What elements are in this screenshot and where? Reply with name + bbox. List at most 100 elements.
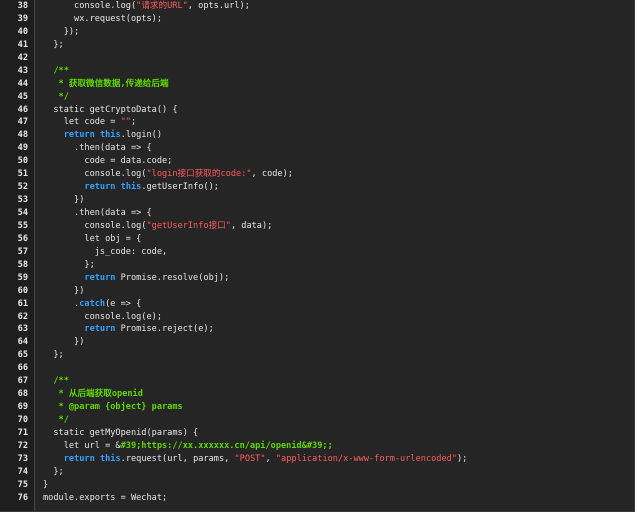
code-text: console.log("login接口获取的code:", code);	[43, 168, 293, 181]
line-number: 57	[17, 246, 28, 257]
code-line[interactable]: 46 static getCryptoData() {	[0, 104, 634, 117]
line-number: 50	[17, 156, 28, 167]
code-text: static getMyOpenid(params) {	[43, 427, 198, 440]
code-text: .then(data => {	[43, 142, 152, 155]
code-text: /**	[43, 375, 69, 388]
code-string: "POST"	[234, 453, 266, 464]
code-text: /**	[43, 65, 69, 78]
line-number: 51	[17, 169, 28, 180]
code-token: })	[43, 337, 85, 348]
code-line[interactable]: 62 console.log(e);	[0, 311, 634, 324]
code-token: js_code: code,	[43, 246, 168, 257]
code-line[interactable]: 64 })	[0, 336, 634, 349]
code-token: .then(data => {	[43, 143, 152, 154]
line-number: 52	[17, 182, 28, 193]
code-line[interactable]: 67 /**	[0, 375, 634, 388]
code-string: "请求的URL"	[136, 1, 188, 11]
code-text: console.log(e);	[43, 311, 162, 324]
line-number: 72	[17, 440, 28, 451]
code-line[interactable]: 68 * 从后端获取openid	[0, 388, 634, 401]
code-line[interactable]: 54 .then(data => {	[0, 207, 634, 220]
code-text: };	[43, 349, 63, 362]
code-token: }	[43, 479, 49, 490]
code-line[interactable]: 76 module.exports = Wechat;	[0, 492, 634, 505]
code-line[interactable]: 72 let url = &#39;https://xx.xxxxxx.cn/a…	[0, 440, 634, 453]
code-keyword: return	[84, 324, 116, 335]
code-token: static getCryptoData() {	[43, 104, 178, 115]
code-line[interactable]: 38 console.log("请求的URL", opts.url);	[0, 0, 634, 13]
code-line[interactable]: 39 wx.request(opts);	[0, 13, 634, 26]
code-line[interactable]: 63 return Promise.reject(e);	[0, 323, 634, 336]
code-text: */	[43, 414, 69, 427]
code-line[interactable]: 65 };	[0, 349, 634, 362]
code-text: })	[43, 285, 84, 298]
code-keyword: return	[63, 453, 95, 464]
line-number: 68	[17, 389, 28, 400]
code-keyword: return	[63, 130, 95, 141]
code-line[interactable]: 75}	[0, 479, 634, 492]
code-line[interactable]: 70 */	[0, 414, 634, 427]
code-line[interactable]: 48 return this.login()	[0, 129, 634, 142]
code-token: module.exports = Wechat;	[43, 492, 168, 503]
code-line[interactable]: 53 })	[0, 194, 634, 207]
code-token: };	[43, 259, 95, 270]
code-text: return Promise.resolve(obj);	[43, 272, 229, 285]
code-line[interactable]: 47 let code = "";	[0, 116, 634, 129]
code-token: };	[43, 39, 64, 50]
code-line[interactable]: 45 */	[0, 91, 634, 104]
line-number: 61	[17, 298, 28, 309]
line-number: 42	[17, 52, 28, 63]
code-line[interactable]: 58 };	[0, 259, 634, 272]
code-line[interactable]: 60 })	[0, 285, 634, 298]
code-line[interactable]: 44 * 获取微信数据,传递给后端	[0, 78, 634, 91]
code-line[interactable]: 41 };	[0, 39, 634, 52]
code-token: let obj = {	[43, 233, 142, 244]
code-text: * @param {object} params	[43, 401, 183, 414]
line-number: 64	[17, 337, 28, 348]
code-lines: 38 console.log("请求的URL", opts.url); 39 wx…	[0, 0, 634, 505]
code-line[interactable]: 69 * @param {object} params	[0, 401, 634, 414]
code-comment: /**	[43, 376, 69, 387]
code-line[interactable]: 74 };	[0, 466, 634, 479]
code-line[interactable]: 73 return this.request(url, params, "POS…	[0, 453, 634, 466]
code-token: console.log(e);	[43, 311, 162, 322]
code-line[interactable]: 56 let obj = {	[0, 233, 634, 246]
line-number: 71	[17, 427, 28, 438]
code-line[interactable]: 61 .catch(e => {	[0, 298, 634, 311]
code-line[interactable]: 52 return this.getUserInfo();	[0, 181, 634, 194]
code-text: });	[43, 26, 80, 39]
code-string: "login接口获取的code:"	[146, 169, 252, 180]
code-text: */	[43, 91, 69, 104]
code-line[interactable]: 40 });	[0, 26, 634, 39]
code-line[interactable]: 71 static getMyOpenid(params) {	[0, 427, 634, 440]
code-text: code = data.code;	[43, 155, 172, 168]
code-text: })	[43, 336, 84, 349]
code-keyword: catch	[79, 298, 106, 309]
code-keyword: this	[120, 182, 142, 193]
line-number: 43	[17, 65, 28, 76]
line-number: 75	[17, 479, 28, 490]
code-line[interactable]: 55 console.log("getUserInfo接口", data);	[0, 220, 634, 233]
code-editor[interactable]: 38 console.log("请求的URL", opts.url); 39 wx…	[0, 0, 635, 512]
code-line[interactable]: 59 return Promise.resolve(obj);	[0, 272, 634, 285]
code-line[interactable]: 43 /**	[0, 65, 634, 78]
code-text: let url = &#39;https://xx.xxxxxx.cn/api/…	[43, 440, 333, 453]
code-text: let code = "";	[43, 116, 136, 129]
line-number: 39	[17, 13, 28, 24]
code-line[interactable]: 50 code = data.code;	[0, 155, 634, 168]
line-number: 38	[17, 1, 28, 11]
line-number: 70	[17, 415, 28, 425]
code-line[interactable]: 57 js_code: code,	[0, 246, 634, 259]
code-line[interactable]: 66	[0, 362, 634, 375]
code-line[interactable]: 51 console.log("login接口获取的code:", code);	[0, 168, 634, 181]
code-line[interactable]: 42	[0, 52, 634, 65]
line-number: 58	[17, 259, 28, 270]
code-text: return this.login()	[43, 129, 162, 142]
line-number: 53	[17, 195, 28, 206]
code-comment: * 从后端获取openid	[43, 389, 143, 400]
code-line[interactable]: 49 .then(data => {	[0, 142, 634, 155]
